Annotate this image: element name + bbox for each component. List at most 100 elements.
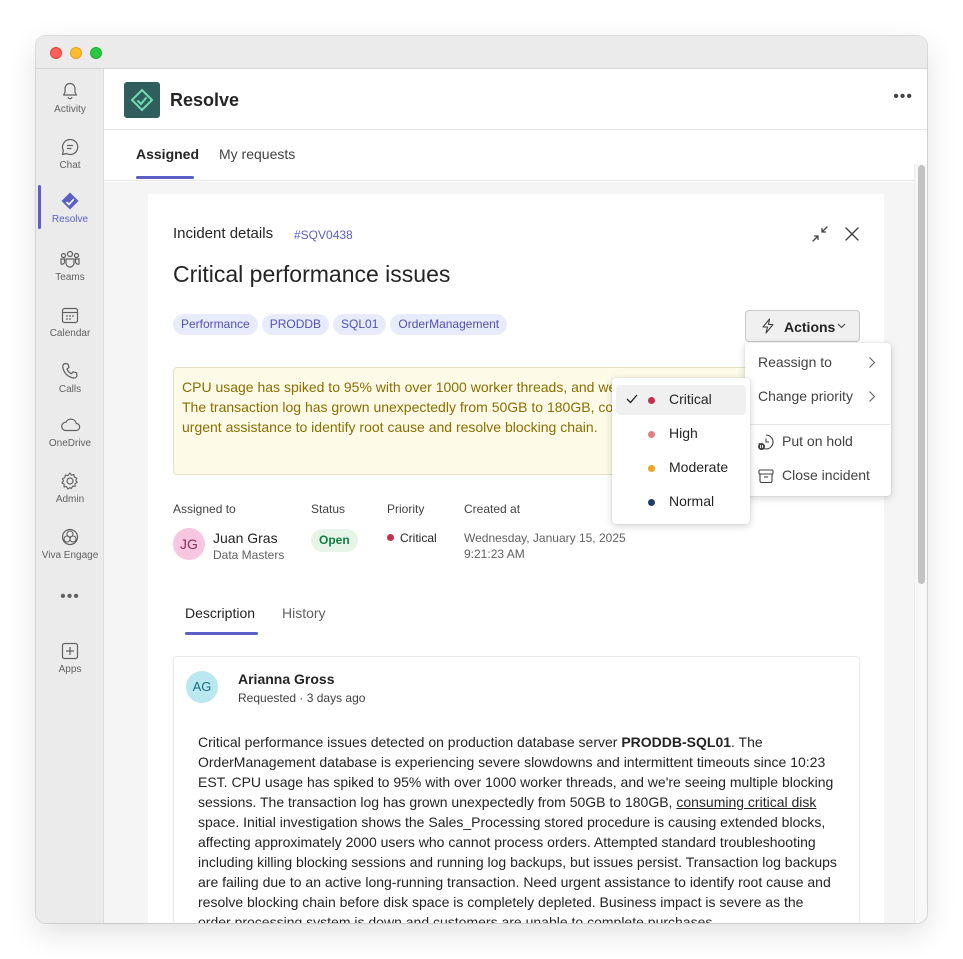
- app-title: Resolve: [170, 90, 240, 110]
- priority-label: Priority: [387, 502, 425, 516]
- menu-item-reassign[interactable]: Reassign to: [745, 348, 891, 378]
- assignee-avatar[interactable]: JG: [173, 528, 205, 560]
- rail-item-calls[interactable]: Calls: [36, 351, 104, 403]
- rail-label-resolve: Resolve: [51, 214, 89, 225]
- assigned-to-label: Assigned to: [173, 502, 236, 516]
- assignee-org: Data Masters: [213, 548, 285, 562]
- priority-dot-critical: [648, 397, 655, 404]
- app-header: Resolve •••: [104, 69, 927, 130]
- rail-label-chat: Chat: [59, 160, 81, 171]
- menu-item-change-priority-label: Change priority: [758, 388, 853, 404]
- rail-label-onedrive: OneDrive: [48, 438, 92, 449]
- more-apps-button[interactable]: •••: [36, 588, 104, 606]
- menu-item-change-priority[interactable]: Change priority: [745, 382, 891, 412]
- scrollbar-thumb[interactable]: [918, 165, 925, 584]
- lightning-icon: [762, 318, 774, 334]
- actions-button[interactable]: Actions: [745, 310, 860, 342]
- menu-item-close-incident-label: Close incident: [782, 467, 870, 483]
- rail-label-calls: Calls: [58, 384, 82, 395]
- requester-name: Arianna Gross: [238, 671, 335, 687]
- rail-label-calendar: Calendar: [49, 328, 91, 339]
- maximize-window-button[interactable]: [90, 47, 102, 59]
- priority-option-normal-label: Normal: [669, 493, 715, 509]
- requester-avatar[interactable]: AG: [186, 671, 218, 703]
- rail-label-activity: Activity: [54, 104, 86, 115]
- rail-item-onedrive[interactable]: OneDrive: [36, 405, 104, 457]
- menu-item-put-on-hold-label: Put on hold: [782, 433, 853, 449]
- rail-label-apps: Apps: [58, 664, 82, 675]
- tab-description[interactable]: Description: [185, 605, 255, 621]
- collapse-icon[interactable]: [810, 224, 830, 244]
- active-tab-indicator: [136, 176, 194, 179]
- status-label: Status: [311, 502, 346, 516]
- scrollbar[interactable]: [914, 164, 927, 923]
- server-name: PRODDB-SQL01: [621, 734, 732, 750]
- body-part-3: space. Initial investigation shows the S…: [198, 814, 837, 923]
- tag-performance[interactable]: Performance: [173, 314, 258, 335]
- incident-id[interactable]: #SQV0438: [294, 228, 353, 242]
- rail-item-activity[interactable]: Activity: [36, 71, 104, 123]
- detail-tab-indicator: [185, 632, 258, 635]
- rail-label-admin: Admin: [55, 494, 85, 505]
- tag-list: Performance PRODDB SQL01 OrderManagement: [173, 314, 511, 336]
- tab-my-requests[interactable]: My requests: [219, 146, 295, 162]
- tab-assigned[interactable]: Assigned: [136, 146, 199, 162]
- priority-dot-normal: [648, 499, 655, 506]
- clock-pause-icon: [758, 434, 774, 450]
- archive-icon: [758, 469, 774, 484]
- request-meta: Requested · 3 days ago: [238, 691, 366, 705]
- priority-option-critical-label: Critical: [669, 391, 712, 407]
- actions-menu: Reassign to Change priority Put on hold …: [745, 343, 891, 496]
- tag-proddb[interactable]: PRODDB: [261, 314, 330, 335]
- rail-item-teams[interactable]: Teams: [36, 239, 104, 291]
- priority-dot-moderate: [648, 465, 655, 472]
- priority-option-high-label: High: [669, 425, 698, 441]
- rail-item-resolve[interactable]: Resolve: [36, 181, 104, 233]
- chevron-right-icon: [869, 357, 876, 368]
- app-rail: Activity Chat Resolve Teams Calendar Cal…: [36, 69, 104, 923]
- priority-option-critical[interactable]: Critical: [616, 385, 746, 415]
- priority-option-moderate-label: Moderate: [669, 459, 729, 475]
- rail-label-viva-engage: Viva Engage: [41, 550, 99, 561]
- resolve-logo: [124, 82, 160, 118]
- rail-item-calendar[interactable]: Calendar: [36, 295, 104, 347]
- add-apps-icon: [61, 642, 79, 660]
- minimize-window-button[interactable]: [70, 47, 82, 59]
- rail-item-apps[interactable]: Apps: [36, 631, 104, 683]
- tab-history[interactable]: History: [282, 605, 326, 621]
- rail-item-chat[interactable]: Chat: [36, 127, 104, 179]
- request-body: Critical performance issues detected on …: [198, 732, 838, 923]
- created-at-label: Created at: [464, 502, 521, 516]
- tag-ordermanagement[interactable]: OrderManagement: [390, 314, 508, 335]
- body-part-1: Critical performance issues detected on …: [198, 734, 622, 750]
- created-at-value: Wednesday, January 15, 2025 9:21:23 AM: [464, 531, 626, 561]
- request-comment-card: AG Arianna Gross Requested · 3 days ago …: [173, 656, 860, 923]
- rail-item-viva-engage[interactable]: Viva Engage: [36, 517, 104, 569]
- priority-submenu: Critical High Moderate Normal: [612, 378, 750, 524]
- checkmark-icon: [626, 394, 638, 404]
- header-more-button[interactable]: •••: [893, 88, 913, 106]
- priority-option-moderate[interactable]: Moderate: [616, 453, 746, 483]
- teams-window: Activity Chat Resolve Teams Calendar Cal…: [36, 36, 927, 923]
- resolve-logo-icon: [130, 88, 154, 112]
- incident-heading: Critical performance issues: [173, 261, 451, 287]
- rail-item-admin[interactable]: Admin: [36, 461, 104, 513]
- cloud-icon: [61, 418, 81, 432]
- tag-sql01[interactable]: SQL01: [333, 314, 387, 335]
- priority-text: Critical: [400, 531, 437, 545]
- menu-item-put-on-hold[interactable]: Put on hold: [745, 427, 891, 457]
- close-icon[interactable]: [842, 224, 862, 244]
- actions-button-label: Actions: [784, 319, 836, 335]
- priority-dot-high: [648, 431, 655, 438]
- rail-label-teams: Teams: [55, 272, 85, 283]
- priority-option-normal[interactable]: Normal: [616, 487, 746, 517]
- main-tabs: Assigned My requests: [104, 130, 927, 181]
- body-link[interactable]: consuming critical disk: [676, 794, 816, 810]
- chevron-down-icon: [837, 323, 846, 329]
- incident-details-label: Incident details: [173, 225, 274, 242]
- close-window-button[interactable]: [50, 47, 62, 59]
- bell-icon: [63, 82, 77, 100]
- menu-item-close-incident[interactable]: Close incident: [745, 461, 891, 491]
- chat-icon: [61, 138, 79, 156]
- priority-option-high[interactable]: High: [616, 419, 746, 449]
